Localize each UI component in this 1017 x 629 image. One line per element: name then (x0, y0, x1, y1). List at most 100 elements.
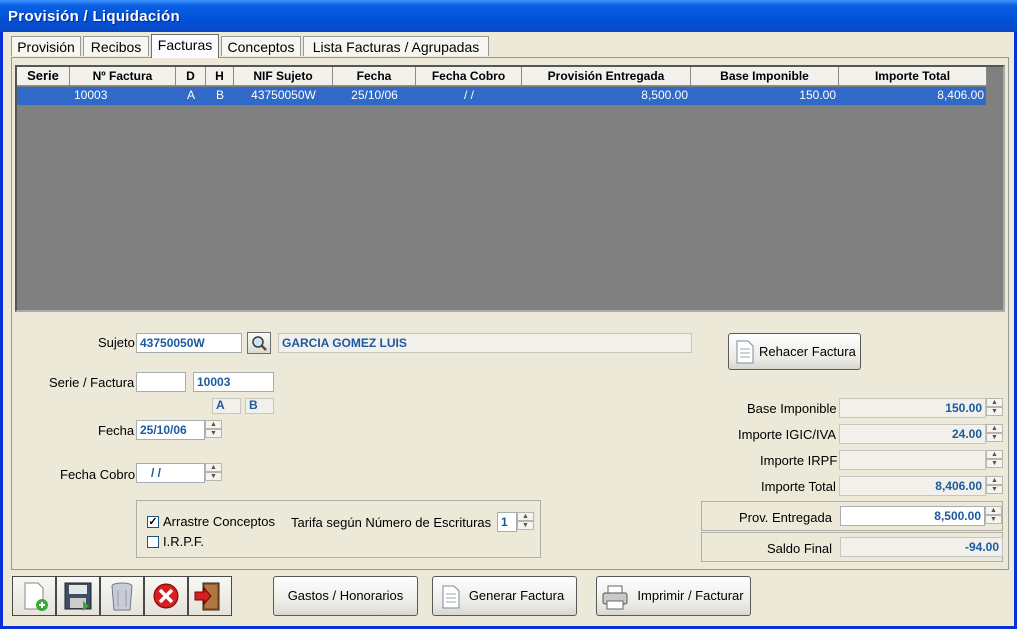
fecha-cobro-spinner[interactable]: ▲ ▼ (205, 463, 222, 483)
fecha-label: Fecha (98, 423, 135, 438)
generar-label: Generar Factura (468, 588, 565, 603)
document-icon (442, 585, 460, 609)
save-button[interactable] (56, 576, 100, 616)
col-total[interactable]: Importe Total (839, 67, 987, 86)
window-title: Provisión / Liquidación (8, 8, 180, 25)
cell-h: B (215, 88, 224, 102)
spin-up-icon[interactable]: ▲ (985, 506, 1002, 515)
base-field: 150.00 (839, 398, 986, 418)
spin-up-icon[interactable]: ▲ (986, 424, 1003, 433)
title-bar: Provisión / Liquidación (0, 0, 1017, 32)
prov-label: Prov. Entregada (739, 510, 832, 525)
col-serie[interactable]: Serie (17, 67, 70, 86)
document-icon (736, 340, 754, 364)
imprimir-facturar-button[interactable]: Imprimir / Facturar (596, 576, 751, 616)
cell-numero: 10003 (74, 88, 108, 102)
tab-lista-facturas[interactable]: Lista Facturas / Agrupadas (303, 36, 489, 56)
cancel-button[interactable] (144, 576, 188, 616)
sujeto-input[interactable]: 43750050W (136, 333, 242, 353)
col-numero[interactable]: Nº Factura (70, 67, 176, 86)
floppy-disk-icon (64, 582, 92, 611)
spin-up-icon[interactable]: ▲ (205, 463, 222, 472)
gastos-honorarios-button[interactable]: Gastos / Honorarios (273, 576, 418, 616)
spin-up-icon[interactable]: ▲ (517, 512, 534, 521)
tarifa-input[interactable]: 1 (497, 512, 517, 532)
spin-down-icon[interactable]: ▼ (986, 407, 1003, 416)
arrastre-checkbox[interactable]: ✓ (147, 516, 159, 528)
d-field: A (212, 398, 241, 414)
irpf-label: Importe IRPF (760, 453, 838, 468)
h-field: B (245, 398, 274, 414)
generar-factura-button[interactable]: Generar Factura (432, 576, 577, 616)
spin-down-icon[interactable]: ▼ (205, 429, 222, 438)
rehacer-factura-button[interactable]: Rehacer Factura (728, 333, 861, 370)
spin-up-icon[interactable]: ▲ (986, 476, 1003, 485)
cell-total: 8,406.00 (937, 88, 984, 102)
tab-conceptos[interactable]: Conceptos (221, 36, 301, 56)
search-button[interactable] (247, 332, 271, 354)
printer-icon (602, 585, 628, 610)
spin-down-icon[interactable]: ▼ (986, 433, 1003, 442)
igic-label: Importe IGIC/IVA (738, 427, 837, 442)
main-window: Provisión / Liquidación Provisión Recibo… (0, 0, 1017, 629)
tab-recibos[interactable]: Recibos (83, 36, 149, 56)
facturas-grid[interactable]: Serie Nº Factura D H NIF Sujeto Fecha Fe… (15, 65, 1005, 312)
serie-factura-label: Serie / Factura (49, 375, 135, 390)
col-fecha-cobro[interactable]: Fecha Cobro (416, 67, 522, 86)
col-fecha[interactable]: Fecha (333, 67, 416, 86)
irpf-check-label: I.R.P.F. (163, 534, 204, 549)
tab-facturas[interactable]: Facturas (151, 34, 219, 58)
prov-spinner[interactable]: ▲ ▼ (985, 506, 1002, 526)
delete-button[interactable] (100, 576, 144, 616)
saldo-field: -94.00 (840, 537, 1003, 557)
exit-button[interactable] (188, 576, 232, 616)
spin-down-icon[interactable]: ▼ (517, 521, 534, 530)
prov-input[interactable]: 8,500.00 (840, 506, 985, 526)
base-label: Base Imponible (747, 401, 837, 416)
spin-down-icon[interactable]: ▼ (986, 459, 1003, 468)
spin-down-icon[interactable]: ▼ (985, 515, 1002, 524)
tab-provision[interactable]: Provisión (11, 36, 81, 56)
fecha-cobro-input[interactable]: / / (136, 463, 205, 483)
sujeto-label: Sujeto (98, 335, 135, 350)
spin-up-icon[interactable]: ▲ (986, 398, 1003, 407)
imprimir-label: Imprimir / Facturar (637, 588, 744, 603)
factura-input[interactable]: 10003 (193, 372, 274, 392)
tarifa-spinner[interactable]: ▲ ▼ (517, 512, 534, 532)
total-field: 8,406.00 (839, 476, 986, 496)
trash-can-icon (111, 582, 133, 611)
fecha-spinner[interactable]: ▲ ▼ (205, 420, 222, 440)
spin-up-icon[interactable]: ▲ (986, 450, 1003, 459)
col-h[interactable]: H (206, 67, 234, 86)
cell-provision: 8,500.00 (641, 88, 688, 102)
total-spinner[interactable]: ▲ ▼ (986, 476, 1003, 496)
rehacer-label: Rehacer Factura (759, 344, 856, 359)
total-label: Importe Total (761, 479, 836, 494)
cell-d: A (186, 88, 195, 102)
irpf-checkbox[interactable] (147, 536, 159, 548)
spin-down-icon[interactable]: ▼ (986, 485, 1003, 494)
col-base[interactable]: Base Imponible (691, 67, 839, 86)
irpf-spinner[interactable]: ▲ ▼ (986, 450, 1003, 470)
base-spinner[interactable]: ▲ ▼ (986, 398, 1003, 418)
col-d[interactable]: D (176, 67, 206, 86)
igic-spinner[interactable]: ▲ ▼ (986, 424, 1003, 444)
exit-door-icon (194, 582, 220, 611)
table-row[interactable]: 10003 A B 43750050W 25/10/06 / / 8,500.0… (17, 87, 986, 105)
arrastre-label: Arrastre Conceptos (163, 514, 275, 529)
serie-input[interactable] (136, 372, 186, 392)
cell-fecha-cobro: / / (463, 88, 474, 102)
sujeto-name-field: GARCIA GOMEZ LUIS (278, 333, 692, 353)
spin-down-icon[interactable]: ▼ (205, 472, 222, 481)
spin-up-icon[interactable]: ▲ (205, 420, 222, 429)
facturas-panel: Serie Nº Factura D H NIF Sujeto Fecha Fe… (11, 57, 1009, 570)
cell-base: 150.00 (799, 88, 836, 102)
new-document-icon (24, 582, 48, 611)
col-nif[interactable]: NIF Sujeto (234, 67, 333, 86)
cancel-icon (153, 583, 179, 609)
new-button[interactable] (12, 576, 56, 616)
col-provision[interactable]: Provisión Entregada (522, 67, 691, 86)
fecha-input[interactable]: 25/10/06 (136, 420, 205, 440)
tarifa-label: Tarifa según Número de Escrituras (291, 515, 492, 530)
cell-serie (17, 87, 70, 105)
